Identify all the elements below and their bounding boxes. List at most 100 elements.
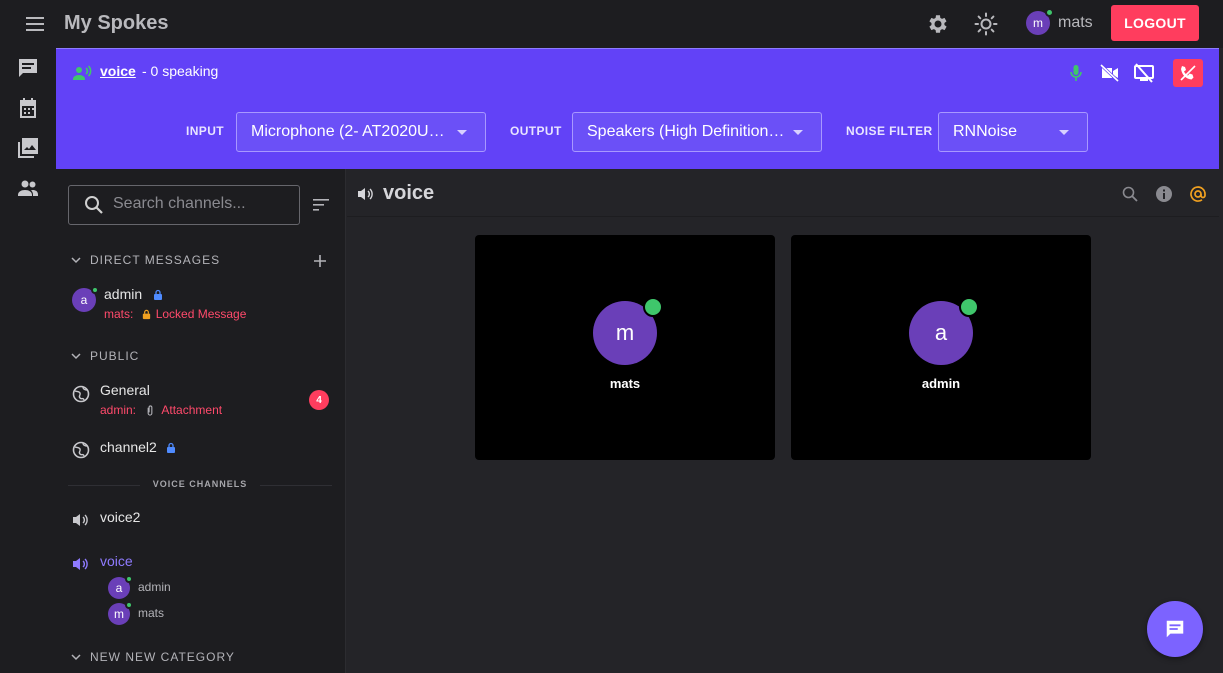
voice-connection-bar: voice - 0 speaking [56,48,1219,96]
voice-channels-label: VOICE CHANNELS [140,479,260,489]
participant-tile-mats[interactable]: m mats [475,235,775,460]
user-avatar: m [1026,8,1054,35]
member-name: mats [138,606,165,620]
noise-filter-value: RNNoise [953,123,1018,140]
voice-channel-item-voice[interactable]: voice [72,551,332,575]
chat-icon[interactable] [16,56,40,80]
gallery-icon[interactable] [16,136,40,160]
participant-avatar: a [909,297,979,365]
chevron-down-icon [793,130,803,135]
category-header[interactable]: NEW NEW CATEGORY [70,650,235,664]
voice-connected-icon [72,63,92,83]
channel-preview-sender: admin: [100,403,137,417]
public-label: PUBLIC [90,349,140,363]
theme-brightness-icon[interactable] [974,12,998,36]
channel-item-general[interactable]: General admin: Attachment 4 [72,381,332,421]
output-device-select[interactable]: Speakers (High Definition Audio Device) [572,112,822,152]
search-input[interactable] [113,195,293,213]
member-avatar-initial: a [115,581,123,595]
channel-name: General [100,382,150,398]
participant-name: admin [921,376,961,391]
mention-icon[interactable] [1189,185,1207,203]
input-label: INPUT [186,124,224,138]
direct-messages-header[interactable]: DIRECT MESSAGES [70,253,220,267]
member-name: admin [138,580,171,594]
online-status-dot [125,575,133,583]
app-title: My Spokes [64,12,169,34]
dm-preview: mats: Locked Message [104,307,246,321]
voice-channel-item-voice2[interactable]: voice2 [72,507,332,531]
info-icon[interactable] [1155,185,1173,203]
chevron-down-icon [1059,130,1069,135]
noise-filter-select[interactable]: RNNoise [938,112,1088,152]
search-icon [85,196,103,214]
output-device-value: Speakers (High Definition Audio Device) [587,123,785,140]
chevron-down-icon [71,353,81,360]
participant-name: mats [609,376,641,391]
user-chip[interactable]: m mats [1026,8,1093,35]
participant-tile-admin[interactable]: a admin [791,235,1091,460]
screen-share-off-icon[interactable] [1132,61,1156,85]
online-status-dot [959,297,979,317]
speaker-icon [73,514,88,526]
add-dm-icon[interactable] [312,253,328,269]
channel-sidebar: DIRECT MESSAGES a admin mats: Locked Mes… [56,169,346,673]
input-device-select[interactable]: Microphone (2- AT2020USB+) [236,112,486,152]
microphone-icon[interactable] [1064,61,1088,85]
unread-badge: 4 [309,390,329,410]
speaking-status: - 0 speaking [142,63,219,79]
search-icon[interactable] [1121,185,1139,203]
navigation-rail [0,48,56,673]
speaker-icon [358,188,373,200]
lock-icon [166,443,175,454]
open-chat-button[interactable] [1147,601,1203,657]
sort-icon[interactable] [311,197,331,213]
public-header[interactable]: PUBLIC [70,349,139,363]
input-device-value: Microphone (2- AT2020USB+) [251,123,447,140]
channel-header: voice [347,169,1219,217]
channel-search[interactable] [68,185,300,225]
dm-name-text: admin [104,286,143,302]
voice-channels-divider: VOICE CHANNELS [68,479,332,495]
voice-channel-link[interactable]: voice [100,63,136,79]
member-avatar: m [108,601,133,625]
menu-icon[interactable] [24,14,48,34]
phone-hangup-icon [1180,65,1196,81]
voice-channel-name-active: voice [100,553,133,569]
voice-channel-name: voice2 [100,509,141,525]
dm-item-admin[interactable]: a admin mats: Locked Message [72,285,332,325]
user-name: mats [1058,14,1093,31]
settings-gear-icon[interactable] [926,12,950,36]
channel-name-text: channel2 [100,439,157,455]
chevron-down-icon [71,654,81,661]
logout-button[interactable]: LOGOUT [1111,5,1199,41]
participant-avatar-initial: a [934,320,948,345]
channel-item-channel2[interactable]: channel2 [72,437,332,461]
dm-avatar-initial: a [80,293,88,307]
camera-off-icon[interactable] [1098,61,1122,85]
audio-settings-bar: INPUT Microphone (2- AT2020USB+) OUTPUT … [56,96,1219,169]
dm-preview-sender: mats: [104,307,134,321]
hang-up-button[interactable] [1173,59,1203,87]
online-status-dot [1045,8,1054,17]
dm-avatar: a [72,286,99,312]
people-icon[interactable] [16,176,40,200]
globe-icon [72,441,90,459]
top-app-bar: My Spokes m mats LOGOUT [0,0,1223,48]
attachment-icon [147,405,153,416]
member-avatar-initial: m [114,607,124,621]
chat-icon [1166,620,1184,638]
direct-messages-label: DIRECT MESSAGES [90,253,221,267]
channel-preview-text: Attachment [161,403,223,417]
calendar-icon[interactable] [16,96,40,120]
channel-title: voice [383,182,435,204]
voice-member-admin[interactable]: a admin [108,575,308,599]
user-avatar-initial: m [1033,16,1043,30]
chevron-down-icon [71,257,81,264]
lock-icon [154,290,163,301]
voice-member-mats[interactable]: m mats [108,601,308,625]
lock-icon [142,310,150,320]
channel-name: channel2 [100,439,177,455]
dm-preview-text: Locked Message [155,307,247,321]
online-status-dot [643,297,663,317]
